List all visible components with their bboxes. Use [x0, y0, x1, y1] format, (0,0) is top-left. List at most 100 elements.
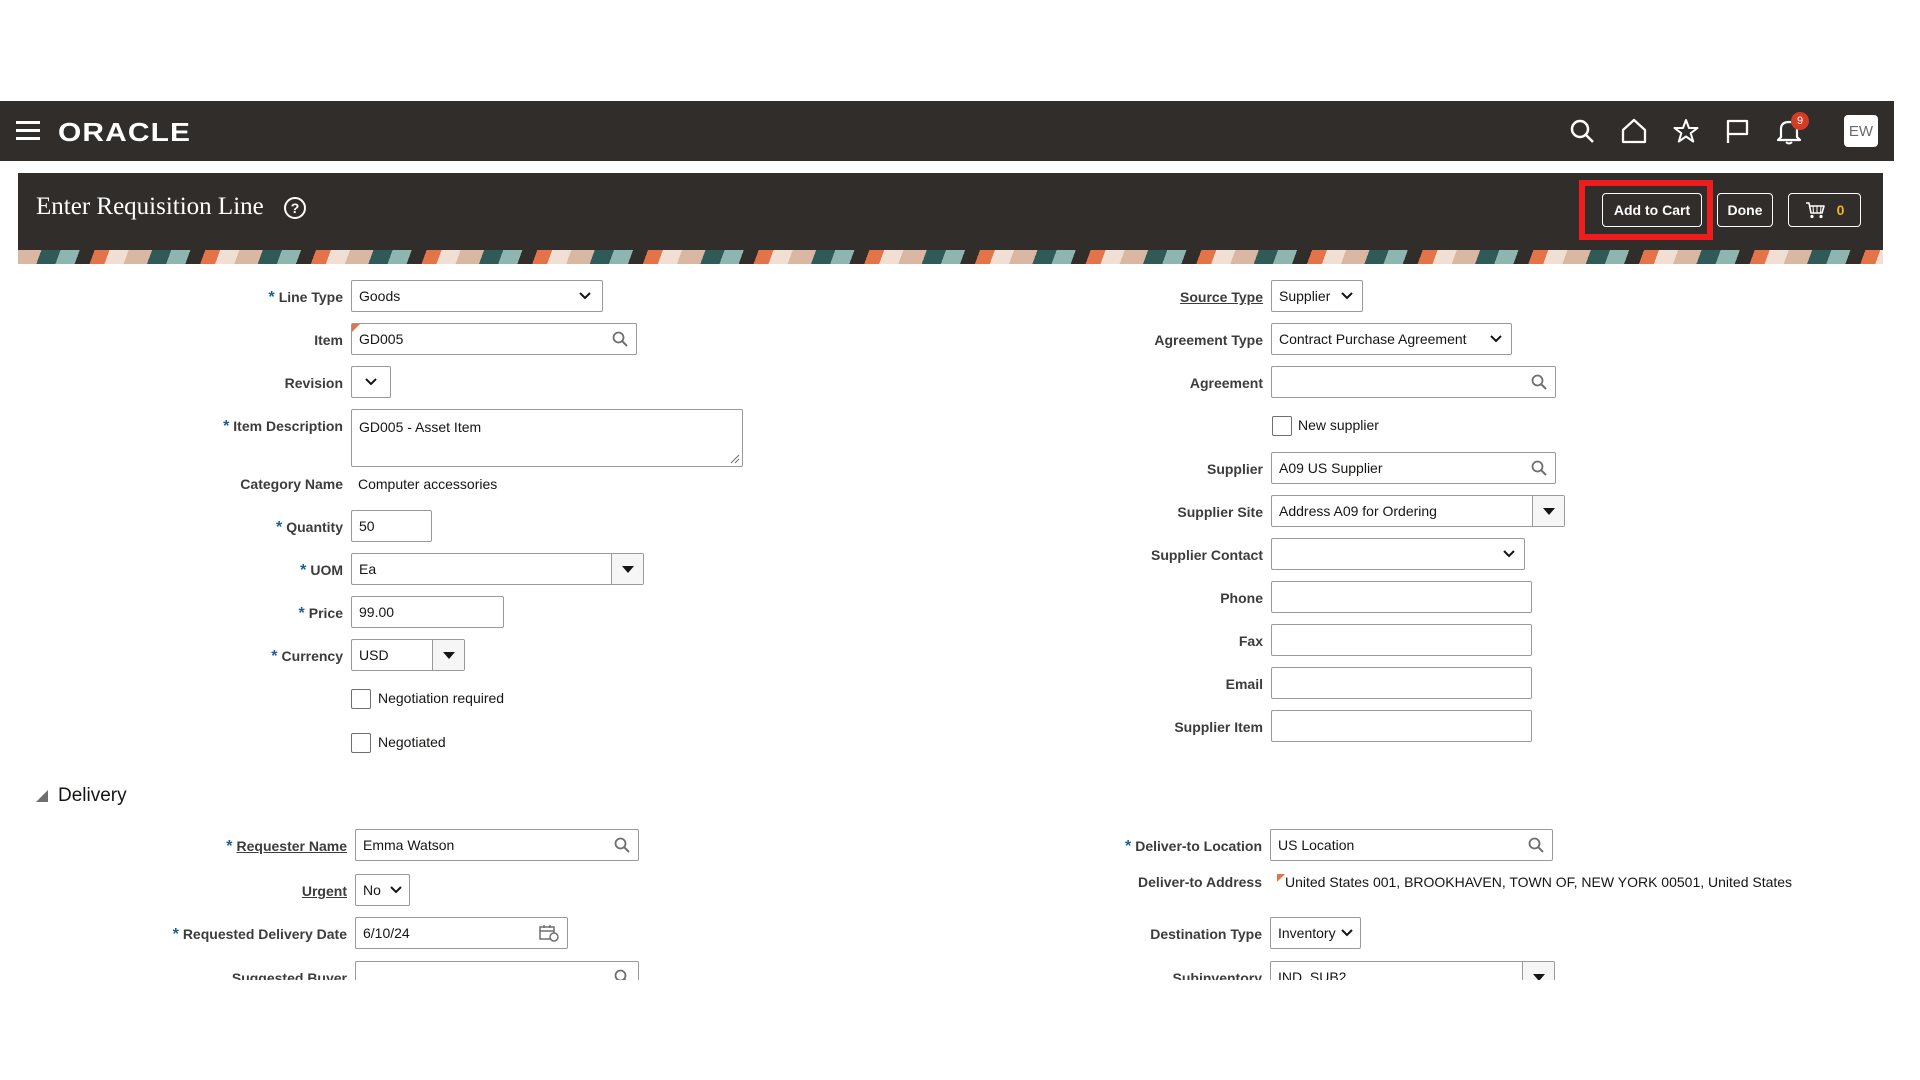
dropdown-arrow-icon[interactable]: [1522, 962, 1554, 980]
supplier-site-select[interactable]: Address A09 for Ordering: [1271, 495, 1565, 527]
dropdown-arrow-icon[interactable]: [432, 640, 464, 670]
suggested-buyer-input[interactable]: [355, 961, 639, 980]
cart-icon: [1805, 202, 1825, 219]
quantity-label: * Quantity: [275, 519, 343, 536]
negotiation-required-label: Negotiation required: [378, 690, 505, 706]
menu-icon[interactable]: [16, 121, 40, 141]
line-type-select[interactable]: Goods: [351, 280, 603, 312]
supplier-site-label: Supplier Site: [1177, 504, 1263, 520]
chevron-down-icon: [365, 378, 377, 386]
revision-select[interactable]: [351, 366, 391, 398]
search-icon[interactable]: [612, 331, 628, 347]
supplier-item-label: Supplier Item: [1174, 719, 1263, 735]
source-type-label: Source Type: [1180, 289, 1263, 305]
requester-name-input[interactable]: Emma Watson: [355, 829, 639, 861]
search-icon[interactable]: [1531, 460, 1547, 476]
agreement-type-select[interactable]: Contract Purchase Agreement: [1271, 323, 1512, 355]
dropdown-arrow-icon[interactable]: [1532, 496, 1564, 526]
uom-label: * UOM: [300, 562, 343, 579]
search-icon[interactable]: [1528, 837, 1544, 853]
fax-label: Fax: [1238, 633, 1263, 649]
cart-count: 0: [1836, 202, 1845, 218]
item-label: Item: [314, 332, 343, 348]
deliver-to-address-value: United States 001, BROOKHAVEN, TOWN OF, …: [1277, 874, 1792, 890]
subinventory-select[interactable]: IND_SUB2: [1270, 961, 1555, 980]
chevron-down-icon: [1341, 929, 1353, 937]
supplier-contact-label: Supplier Contact: [1150, 547, 1263, 563]
new-supplier-checkbox[interactable]: [1272, 416, 1292, 436]
email-input[interactable]: [1271, 667, 1532, 699]
negotiated-checkbox[interactable]: [351, 733, 371, 753]
fax-input[interactable]: [1271, 624, 1532, 656]
flag-icon[interactable]: [1722, 116, 1752, 146]
urgent-label: Urgent: [301, 883, 347, 899]
subinventory-label: Subinventory: [1172, 970, 1262, 980]
requester-name-label: * Requester Name: [226, 838, 347, 855]
search-icon[interactable]: [614, 969, 630, 980]
suggested-buyer-label: Suggested Buyer: [231, 970, 347, 980]
deliver-to-location-label: * Deliver-to Location: [1124, 838, 1262, 855]
chevron-down-icon: [1341, 292, 1353, 300]
item-description-textarea[interactable]: GD005 - Asset Item: [351, 409, 743, 467]
global-header: ORACLE 9 EW: [0, 101, 1894, 161]
destination-type-label: Destination Type: [1150, 926, 1262, 942]
supplier-item-input[interactable]: [1271, 710, 1532, 742]
supplier-label: Supplier: [1206, 461, 1263, 477]
currency-select[interactable]: USD: [351, 639, 465, 671]
category-name-label: Category Name: [240, 476, 343, 492]
search-icon[interactable]: [614, 837, 630, 853]
resize-handle-icon[interactable]: [730, 454, 740, 464]
supplier-input[interactable]: A09 US Supplier: [1271, 452, 1556, 484]
quantity-input[interactable]: 50: [351, 510, 432, 542]
supplier-contact-select[interactable]: [1271, 538, 1525, 570]
new-supplier-label: New supplier: [1298, 417, 1379, 433]
calendar-icon[interactable]: [539, 924, 559, 942]
agreement-type-label: Agreement Type: [1154, 332, 1263, 348]
revision-label: Revision: [284, 375, 343, 391]
home-icon[interactable]: [1619, 116, 1649, 146]
negotiation-required-checkbox[interactable]: [351, 689, 371, 709]
search-icon[interactable]: [1567, 116, 1597, 146]
chevron-down-icon: [579, 292, 591, 300]
requested-delivery-date-label: * Requested Delivery Date: [172, 926, 347, 943]
favorites-icon[interactable]: [1671, 116, 1701, 146]
phone-label: Phone: [1220, 590, 1263, 606]
deliver-to-location-input[interactable]: US Location: [1270, 829, 1553, 861]
item-input[interactable]: GD005: [351, 323, 637, 355]
phone-input[interactable]: [1271, 581, 1532, 613]
changed-indicator: [352, 324, 360, 332]
agreement-input[interactable]: [1271, 366, 1556, 398]
highlight-annotation: [1579, 180, 1713, 240]
collapse-triangle-icon: [36, 790, 48, 802]
destination-type-select[interactable]: Inventory: [1270, 917, 1361, 949]
user-avatar[interactable]: EW: [1844, 115, 1878, 147]
notifications-icon[interactable]: 9: [1774, 112, 1809, 146]
price-label: * Price: [298, 605, 343, 622]
search-icon[interactable]: [1531, 374, 1547, 390]
line-type-label: * Line Type: [268, 289, 343, 306]
agreement-label: Agreement: [1189, 375, 1263, 391]
item-description-label: * Item Description: [223, 418, 343, 435]
help-icon[interactable]: ?: [284, 197, 306, 219]
decorative-banner: [18, 250, 1883, 264]
page-title: Enter Requisition Line: [36, 193, 264, 220]
urgent-select[interactable]: No: [355, 874, 410, 906]
chevron-down-icon: [1503, 550, 1515, 558]
source-type-select[interactable]: Supplier: [1271, 280, 1363, 312]
deliver-to-address-label: Deliver-to Address: [1138, 874, 1262, 890]
changed-indicator: [1277, 874, 1285, 882]
negotiated-label: Negotiated: [378, 734, 446, 750]
oracle-logo[interactable]: ORACLE: [58, 117, 191, 148]
chevron-down-icon: [390, 886, 402, 894]
done-button[interactable]: Done: [1717, 193, 1773, 227]
price-input[interactable]: 99.00: [351, 596, 504, 628]
requested-delivery-date-input[interactable]: 6/10/24: [355, 917, 568, 949]
email-label: Email: [1225, 676, 1263, 692]
currency-label: * Currency: [271, 648, 343, 665]
dropdown-arrow-icon[interactable]: [611, 554, 643, 584]
category-name-value: Computer accessories: [358, 476, 498, 492]
uom-select[interactable]: Ea: [351, 553, 644, 585]
cart-button[interactable]: 0: [1788, 193, 1861, 227]
notification-badge: 9: [1791, 112, 1809, 130]
delivery-section-toggle[interactable]: Delivery: [36, 785, 127, 807]
